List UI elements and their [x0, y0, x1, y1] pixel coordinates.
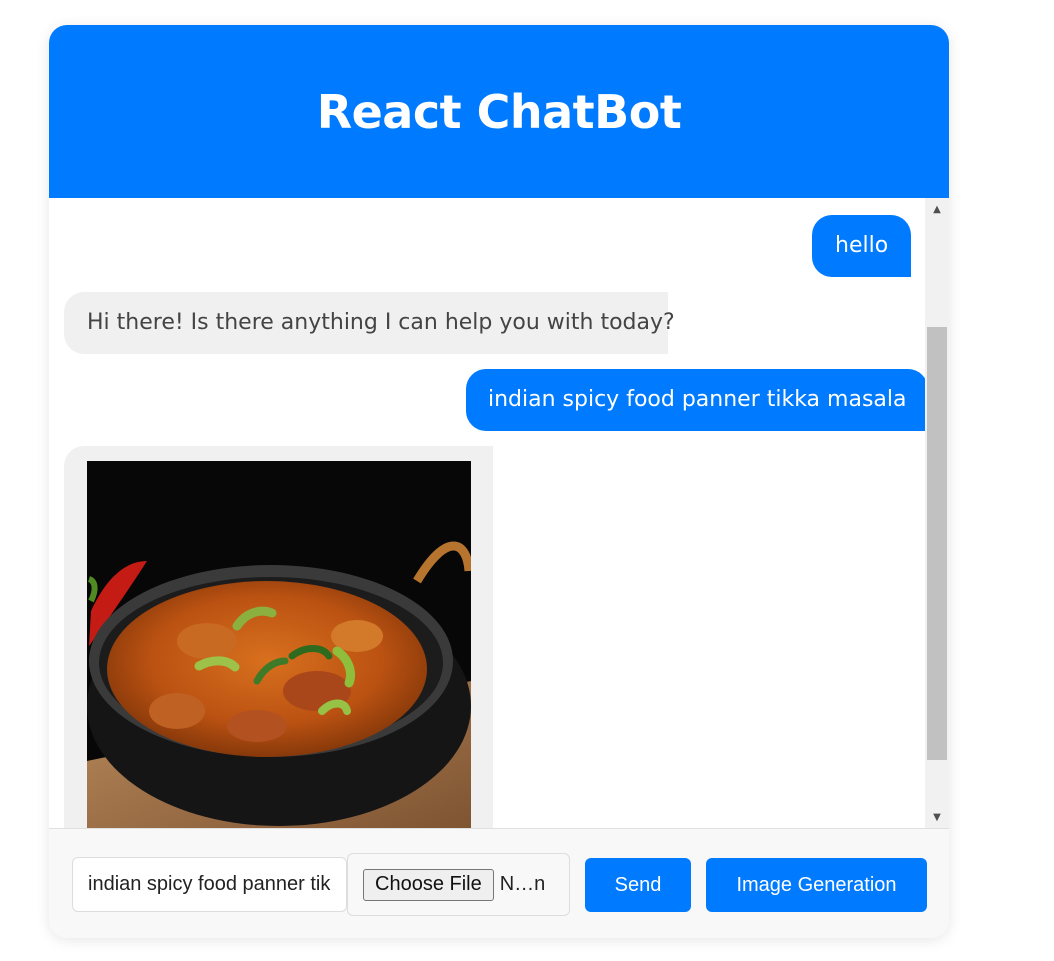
chat-header: React ChatBot — [49, 25, 949, 198]
input-bar: indian spicy food panner tik Choose File… — [49, 828, 949, 938]
user-message: hello — [812, 215, 912, 277]
triangle-down-icon[interactable]: ▼ — [925, 806, 949, 828]
generated-food-image — [87, 461, 471, 828]
bot-message: Hi there! Is there anything I can help y… — [64, 292, 675, 354]
chat-window: React ChatBot hello Hi there! Is there a… — [49, 25, 949, 938]
file-input[interactable]: Choose File N…n — [347, 853, 570, 916]
bot-image-message — [64, 446, 493, 828]
message-input[interactable]: indian spicy food panner tik — [72, 857, 347, 912]
scrollbar-thumb[interactable] — [927, 327, 947, 760]
send-button[interactable]: Send — [585, 858, 691, 912]
triangle-up-icon[interactable]: ▲ — [925, 198, 949, 220]
message-list[interactable]: hello Hi there! Is there anything I can … — [49, 198, 949, 828]
choose-file-button[interactable]: Choose File — [363, 868, 494, 901]
user-message: indian spicy food panner tikka masala — [466, 369, 929, 431]
file-name-label: N…n — [499, 873, 546, 895]
message-scrollbar[interactable]: ▲ ▼ — [925, 198, 949, 828]
image-generation-button[interactable]: Image Generation — [706, 858, 927, 912]
app-title: React ChatBot — [316, 84, 682, 139]
